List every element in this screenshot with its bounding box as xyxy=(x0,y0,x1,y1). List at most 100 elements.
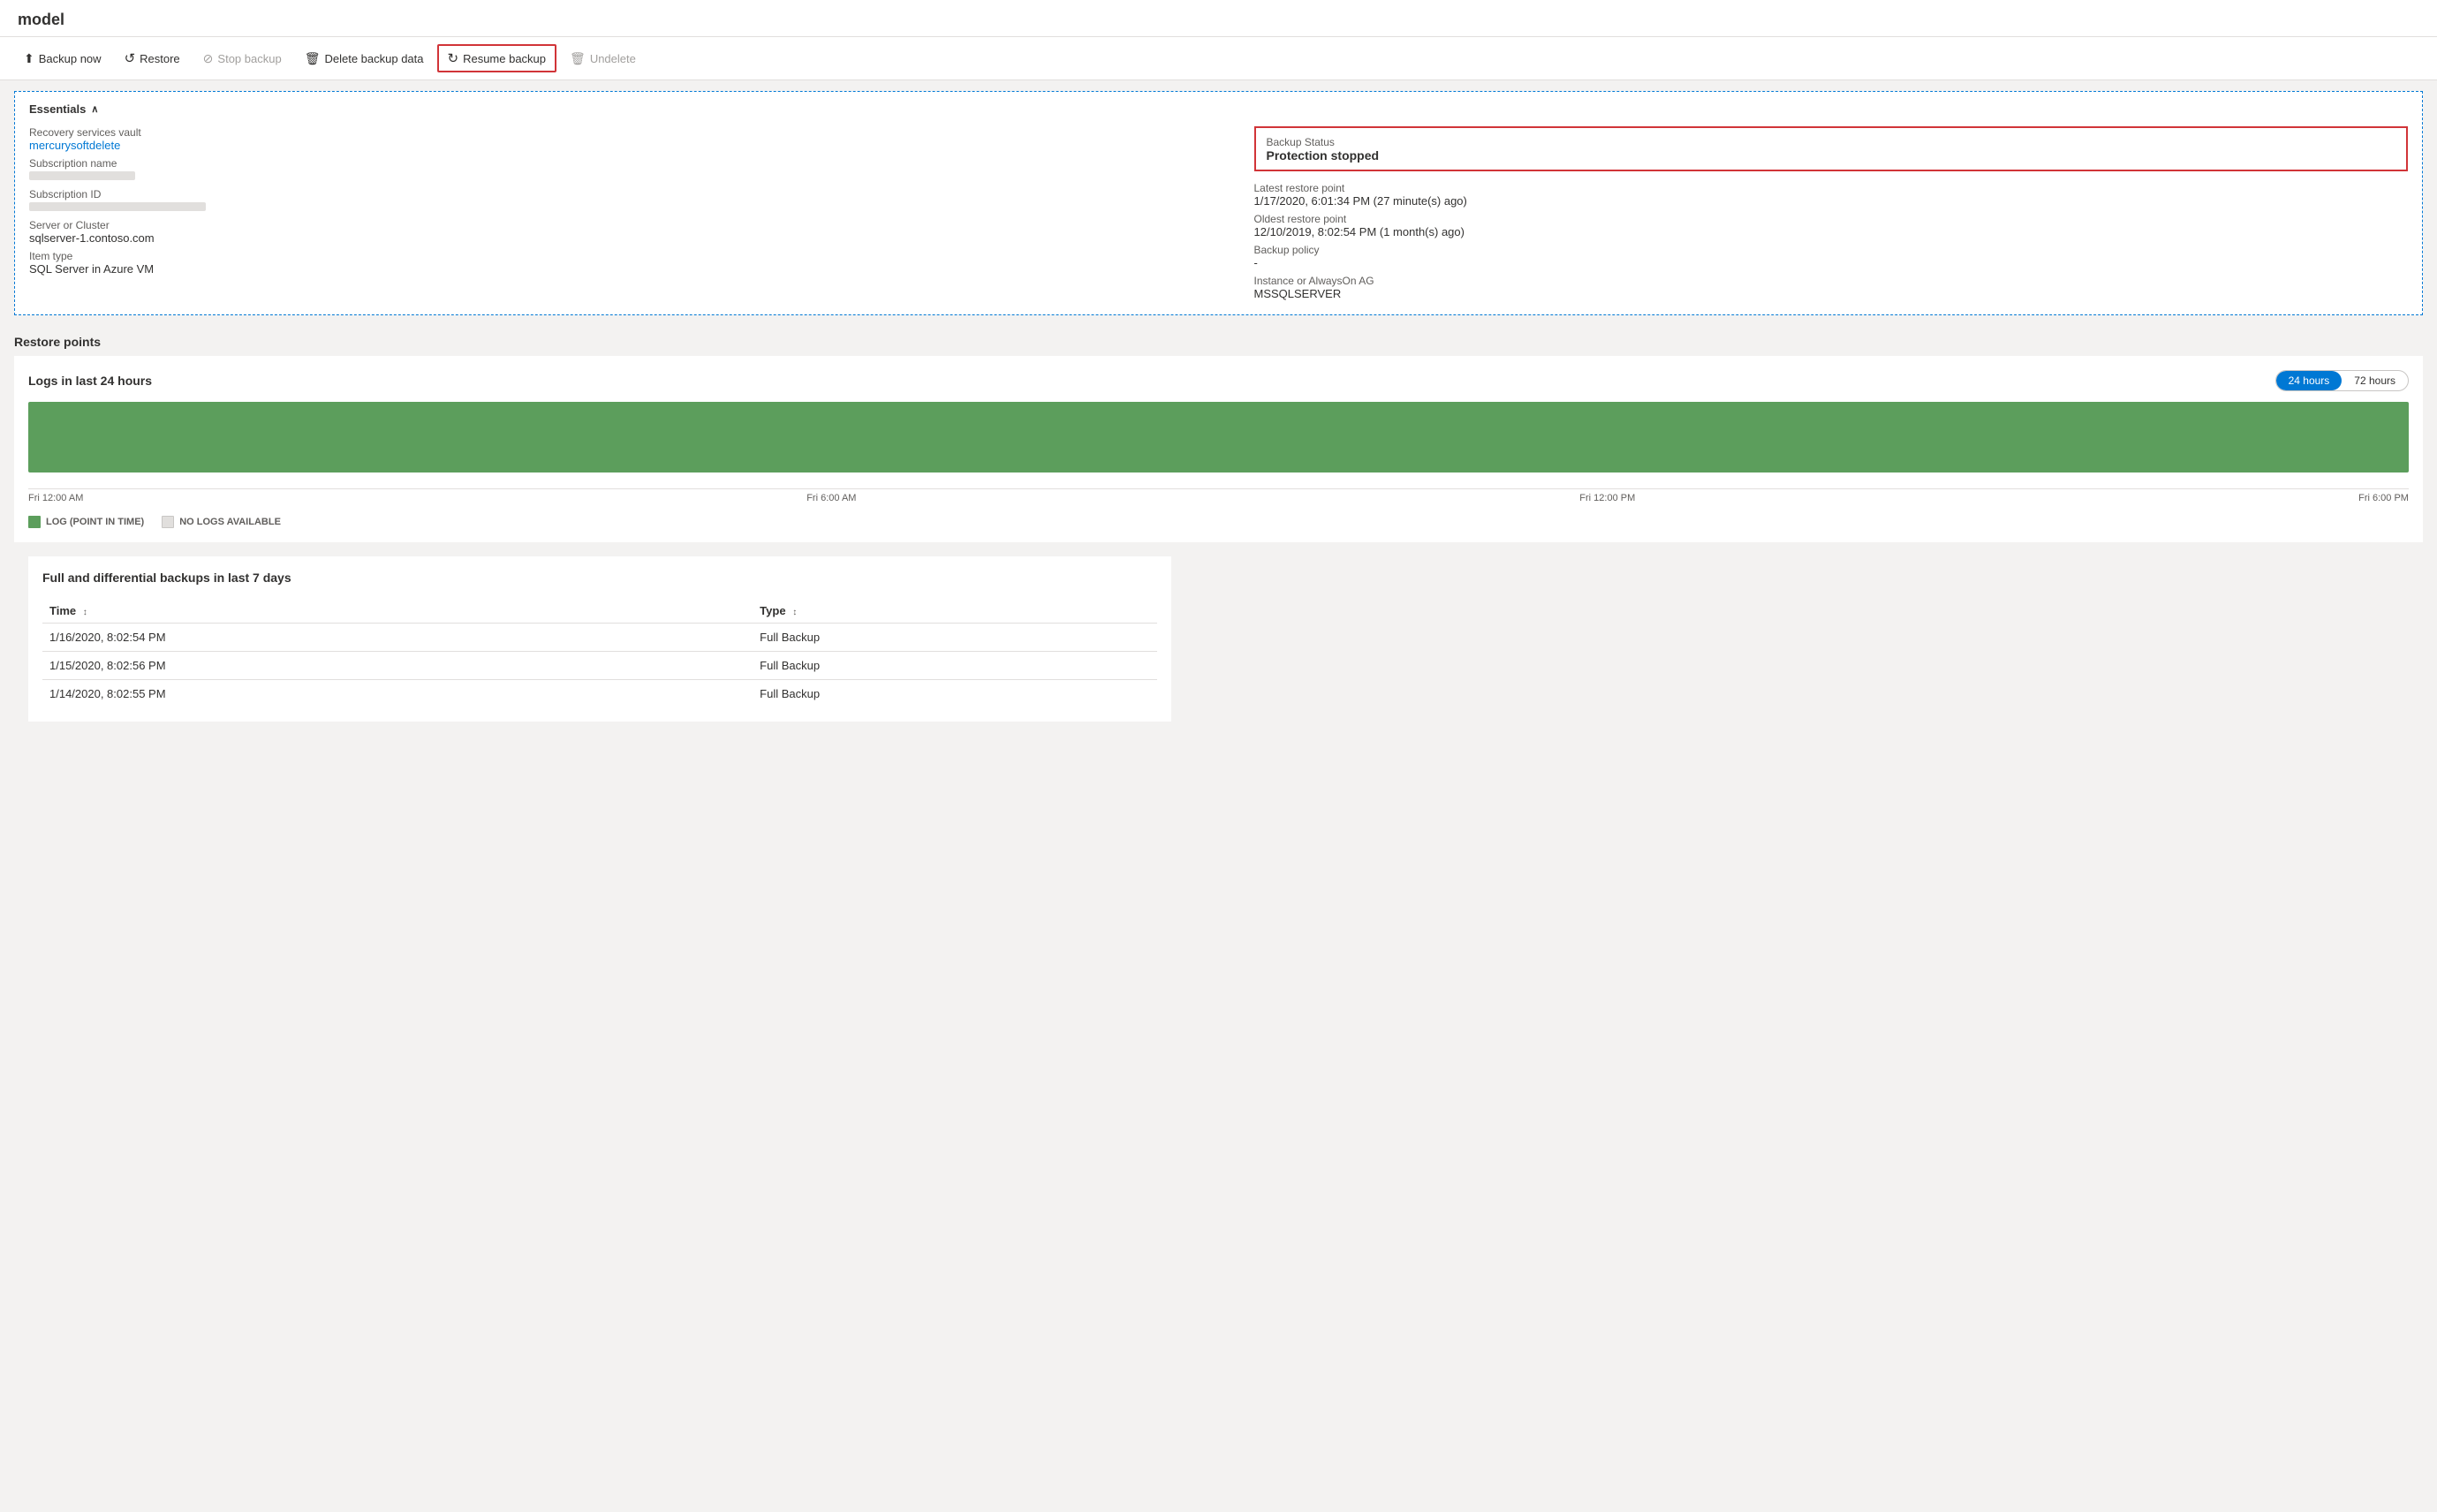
row1-time: 1/16/2020, 8:02:54 PM xyxy=(42,624,753,652)
essentials-section: Essentials ∧ Recovery services vault mer… xyxy=(14,91,2423,315)
row3-type: Full Backup xyxy=(753,680,1156,708)
latest-restore-value: 1/17/2020, 6:01:34 PM (27 minute(s) ago) xyxy=(1254,194,2409,208)
backup-status-box: Backup Status Protection stopped xyxy=(1254,126,2409,171)
row1-type: Full Backup xyxy=(753,624,1156,652)
row2-type: Full Backup xyxy=(753,652,1156,680)
stop-backup-icon: ⊘ xyxy=(203,51,214,66)
essentials-collapse-icon[interactable]: ∧ xyxy=(91,103,98,115)
chart-bar xyxy=(28,402,2409,472)
field-instance: Instance or AlwaysOn AG MSSQLSERVER xyxy=(1254,275,2409,300)
oldest-restore-label: Oldest restore point xyxy=(1254,213,2409,225)
legend-no-logs: NO LOGS AVAILABLE xyxy=(162,516,281,528)
restore-label: Restore xyxy=(140,52,180,65)
field-oldest-restore: Oldest restore point 12/10/2019, 8:02:54… xyxy=(1254,213,2409,238)
stop-backup-button[interactable]: ⊘ Stop backup xyxy=(193,46,291,72)
backup-now-button[interactable]: ⬆ Backup now xyxy=(14,46,111,72)
subscription-name-value xyxy=(29,170,1219,183)
col-type[interactable]: Type ↕ xyxy=(753,599,1156,624)
resume-backup-label: Resume backup xyxy=(463,52,546,65)
server-cluster-label: Server or Cluster xyxy=(29,219,1219,231)
col-time[interactable]: Time ↕ xyxy=(42,599,753,624)
essentials-right: Backup Status Protection stopped Latest … xyxy=(1219,126,2409,300)
instance-label: Instance or AlwaysOn AG xyxy=(1254,275,2409,287)
delete-backup-icon: 🗑 xyxy=(305,51,321,66)
restore-points-section: Restore points Logs in last 24 hours 24 … xyxy=(14,326,2423,722)
table-row[interactable]: 1/16/2020, 8:02:54 PM Full Backup xyxy=(42,624,1157,652)
delete-backup-label: Delete backup data xyxy=(324,52,423,65)
stop-backup-label: Stop backup xyxy=(217,52,281,65)
subscription-id-redacted xyxy=(29,202,206,211)
latest-restore-label: Latest restore point xyxy=(1254,182,2409,194)
page-title: model xyxy=(0,0,2437,37)
chart-legend: LOG (POINT IN TIME) NO LOGS AVAILABLE xyxy=(28,516,2409,528)
time-toggle: 24 hours 72 hours xyxy=(2275,370,2409,391)
chart-title: Logs in last 24 hours xyxy=(28,374,152,388)
row3-time: 1/14/2020, 8:02:55 PM xyxy=(42,680,753,708)
chart-area xyxy=(28,402,2409,481)
backup-now-icon: ⬆ xyxy=(24,51,34,66)
essentials-header: Essentials ∧ xyxy=(29,102,2408,116)
x-label-1: Fri 12:00 AM xyxy=(28,493,83,503)
delete-backup-button[interactable]: 🗑 Delete backup data xyxy=(295,46,434,72)
field-subscription-id: Subscription ID xyxy=(29,188,1219,214)
field-subscription-name: Subscription name xyxy=(29,157,1219,183)
field-latest-restore: Latest restore point 1/17/2020, 6:01:34 … xyxy=(1254,182,2409,208)
backup-table: Time ↕ Type ↕ 1/16/2020, 8:02:54 PM xyxy=(42,599,1157,707)
resume-backup-icon: ↻ xyxy=(448,50,459,66)
resume-backup-button[interactable]: ↻ Resume backup xyxy=(437,44,557,72)
subscription-id-value xyxy=(29,200,1219,214)
sort-type-icon: ↕ xyxy=(792,608,797,617)
content-area: Essentials ∧ Recovery services vault mer… xyxy=(0,91,2437,722)
undelete-button[interactable]: 🗑 Undelete xyxy=(560,46,646,72)
legend-log-pit-label: LOG (POINT IN TIME) xyxy=(46,517,144,527)
restore-points-title: Restore points xyxy=(14,326,2423,356)
sort-time-icon: ↕ xyxy=(83,608,87,617)
x-label-3: Fri 12:00 PM xyxy=(1579,493,1635,503)
backup-status-value: Protection stopped xyxy=(1267,148,1380,163)
table-card: Full and differential backups in last 7 … xyxy=(28,556,1171,722)
subscription-id-label: Subscription ID xyxy=(29,188,1219,200)
row2-time: 1/15/2020, 8:02:56 PM xyxy=(42,652,753,680)
x-label-4: Fri 6:00 PM xyxy=(2358,493,2409,503)
subscription-name-redacted xyxy=(29,171,135,180)
bottom-section: Full and differential backups in last 7 … xyxy=(28,556,2409,722)
essentials-grid: Recovery services vault mercurysoftdelet… xyxy=(29,126,2408,300)
backup-status-label: Backup Status xyxy=(1267,136,1335,148)
field-server-cluster: Server or Cluster sqlserver-1.contoso.co… xyxy=(29,219,1219,245)
field-backup-policy: Backup policy - xyxy=(1254,244,2409,269)
instance-value: MSSQLSERVER xyxy=(1254,287,2409,300)
field-recovery-vault: Recovery services vault mercurysoftdelet… xyxy=(29,126,1219,152)
oldest-restore-value: 12/10/2019, 8:02:54 PM (1 month(s) ago) xyxy=(1254,225,2409,238)
legend-no-logs-label: NO LOGS AVAILABLE xyxy=(179,517,281,527)
field-item-type: Item type SQL Server in Azure VM xyxy=(29,250,1219,276)
chart-x-axis: Fri 12:00 AM Fri 6:00 AM Fri 12:00 PM Fr… xyxy=(28,488,2409,507)
item-type-label: Item type xyxy=(29,250,1219,262)
undelete-label: Undelete xyxy=(590,52,636,65)
recovery-vault-label: Recovery services vault xyxy=(29,126,1219,139)
server-cluster-value: sqlserver-1.contoso.com xyxy=(29,231,1219,245)
legend-no-logs-color xyxy=(162,516,174,528)
72-hours-button[interactable]: 72 hours xyxy=(2342,371,2408,390)
backup-now-label: Backup now xyxy=(39,52,102,65)
undelete-icon: 🗑 xyxy=(570,51,586,66)
table-title: Full and differential backups in last 7 … xyxy=(42,571,1157,585)
chart-header: Logs in last 24 hours 24 hours 72 hours xyxy=(28,370,2409,391)
24-hours-button[interactable]: 24 hours xyxy=(2276,371,2342,390)
legend-log-pit-color xyxy=(28,516,41,528)
subscription-name-label: Subscription name xyxy=(29,157,1219,170)
x-label-2: Fri 6:00 AM xyxy=(806,493,856,503)
table-row[interactable]: 1/15/2020, 8:02:56 PM Full Backup xyxy=(42,652,1157,680)
table-body: 1/16/2020, 8:02:54 PM Full Backup 1/15/2… xyxy=(42,624,1157,708)
restore-icon: ↺ xyxy=(125,50,136,66)
table-row[interactable]: 1/14/2020, 8:02:55 PM Full Backup xyxy=(42,680,1157,708)
field-backup-status: Backup Status Protection stopped xyxy=(1254,126,2409,177)
backup-policy-label: Backup policy xyxy=(1254,244,2409,256)
backup-policy-value: - xyxy=(1254,256,2409,269)
essentials-title: Essentials xyxy=(29,102,86,116)
toolbar: ⬆ Backup now ↺ Restore ⊘ Stop backup 🗑 D… xyxy=(0,37,2437,80)
item-type-value: SQL Server in Azure VM xyxy=(29,262,1219,276)
table-header: Time ↕ Type ↕ xyxy=(42,599,1157,624)
essentials-left: Recovery services vault mercurysoftdelet… xyxy=(29,126,1219,300)
recovery-vault-value[interactable]: mercurysoftdelete xyxy=(29,139,1219,152)
restore-button[interactable]: ↺ Restore xyxy=(115,45,190,72)
